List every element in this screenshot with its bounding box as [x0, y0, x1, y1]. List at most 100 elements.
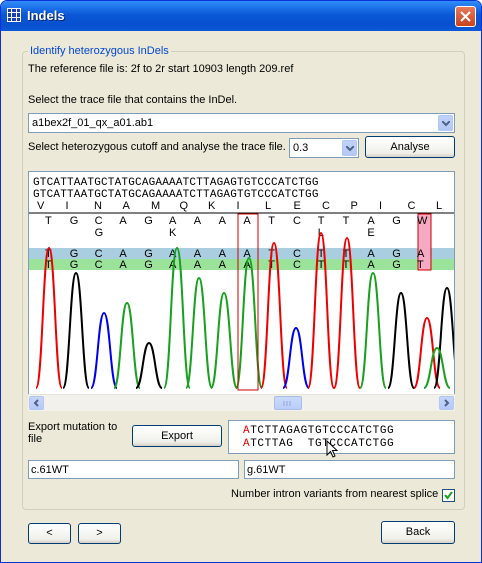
amino-acid-label: A [123, 200, 131, 212]
c-notation-field[interactable]: c.61WT [28, 460, 239, 479]
base-call-label: A [119, 215, 127, 227]
base-call-label: G [70, 215, 79, 227]
base-call-label: E [367, 227, 374, 239]
amino-acid-label: N [94, 200, 102, 212]
trace-peak [413, 316, 441, 389]
cutoff-prompt-label: Select heterozygous cutoff and analyse t… [28, 141, 286, 153]
amino-acid-label: V [37, 200, 45, 212]
mouse-cursor-icon [326, 440, 339, 458]
amino-acid-label: C [408, 200, 416, 212]
trace-prompt-label: Select the trace file that contains the … [28, 94, 238, 106]
base-call-label: G [392, 259, 401, 271]
base-call-label: A [194, 259, 202, 271]
amino-acid-label: I [237, 200, 240, 212]
scroll-thumb[interactable] [274, 396, 302, 410]
base-call-label: C [293, 215, 301, 227]
base-call-label: T [318, 215, 325, 227]
amino-acid-label: P [351, 200, 358, 212]
base-call-label: T [268, 215, 275, 227]
base-call-label: C [293, 259, 301, 271]
ref-row-1: GTCATTAATGCTATGCAGAAAATCTTAGAGTGTCCCATCT… [33, 177, 319, 189]
amino-acid-label: L [265, 200, 271, 212]
previous-button[interactable]: < [28, 523, 71, 544]
trace-peak [113, 301, 141, 389]
next-button[interactable]: > [78, 523, 121, 544]
reference-sequence-top: GTCATTAATGCTATGCAGAAAATCTTAGAGTGTCCCATCT… [33, 177, 319, 201]
base-call-label: G [392, 215, 401, 227]
close-icon [460, 11, 471, 22]
base-call-label: T [343, 215, 350, 227]
amino-acid-label: C [322, 200, 330, 212]
cutoff-select[interactable]: 0.3 [289, 138, 359, 158]
g-notation-field[interactable]: g.61WT [244, 460, 455, 479]
base-call-label: T [318, 259, 325, 271]
sequence-line-2: ATCTTAG TGTCCCATCTGG [243, 438, 395, 450]
green-band [29, 259, 454, 270]
base-call-label: A [367, 259, 375, 271]
base-call-label: C [95, 259, 103, 271]
base-call-label: T [417, 259, 424, 271]
amino-acid-row: VINAMQKILECPICL [37, 200, 442, 212]
base-call-label: G [95, 227, 104, 239]
amino-acid-label: Q [180, 200, 189, 212]
amino-acid-label: I [66, 200, 69, 212]
chevron-down-icon[interactable] [342, 140, 357, 156]
back-button[interactable]: Back [381, 521, 455, 544]
mutation-sequence-box: ATCTTAGAGTGTCCCATCTGG ATCTTAG TGTCCCATCT… [228, 420, 455, 458]
base-call-label: C [95, 215, 103, 227]
number-intron-label: Number intron variants from nearest spli… [231, 488, 439, 500]
base-call-label: T [45, 215, 52, 227]
trace-peak [135, 341, 163, 389]
app-grid-icon [7, 8, 21, 22]
chromatogram: GTCATTAATGCTATGCAGAAAATCTTAGAGTGTCCCATCT… [29, 177, 454, 391]
number-intron-checkbox[interactable] [442, 489, 455, 502]
amino-acid-label: E [294, 200, 301, 212]
sequence-line-1: ATCTTAGAGTGTCCCATCTGG [243, 425, 395, 437]
trace-peak [359, 271, 387, 389]
trace-peak [387, 291, 415, 389]
trace-file-value: a1bex2f_01_qx_a01.ab1 [32, 117, 154, 129]
base-call-label: G [144, 259, 153, 271]
trace-peak [185, 276, 213, 389]
group-legend: Identify heterozygous InDels [28, 45, 171, 57]
scroll-left-arrow-icon[interactable] [29, 396, 44, 410]
amino-acid-label: M [151, 200, 160, 212]
scroll-right-arrow-icon[interactable] [439, 396, 454, 410]
reference-file-text: The reference file is: 2f to 2r start 10… [28, 63, 294, 75]
base-call-label: W [417, 215, 428, 227]
export-mutation-label: Export mutation to file [28, 421, 118, 445]
base-call-label: A [219, 259, 227, 271]
trace-horizontal-scrollbar[interactable] [28, 394, 455, 411]
base-call-label: A [219, 215, 227, 227]
base-call-label: A [169, 215, 177, 227]
ref-row-2: GTCATTAATGCTATGCAGAAAATCTTAGAGTGTCCCATCT… [33, 189, 319, 201]
amino-acid-label: K [208, 200, 216, 212]
chevron-down-icon[interactable] [438, 115, 453, 131]
analyse-button[interactable]: Analyse [365, 136, 455, 158]
title-bar[interactable]: Indels [1, 1, 481, 31]
base-call-label: K [169, 227, 177, 239]
trace-viewer[interactable]: GTCATTAATGCTATGCAGAAAATCTTAGAGTGTCCCATCT… [28, 171, 455, 411]
trace-peak [210, 291, 238, 389]
base-call-label: A [119, 259, 127, 271]
base-call-label: A [194, 215, 202, 227]
base-call-label: A [367, 215, 375, 227]
trace-peak [62, 271, 90, 389]
check-icon [444, 491, 453, 500]
blue-band [29, 248, 454, 259]
amino-acid-label: L [436, 200, 442, 212]
trace-file-select[interactable]: a1bex2f_01_qx_a01.ab1 [28, 113, 455, 133]
amino-acid-label: I [379, 200, 382, 212]
base-call-label: A [243, 215, 251, 227]
cutoff-value: 0.3 [293, 142, 309, 154]
base-call-label: G [144, 215, 153, 227]
indels-window: Indels Identify heterozygous InDels The … [0, 0, 482, 563]
seq-line-1-rest: TCTTAGAGTGTCCCATCTGG [250, 425, 395, 437]
export-button[interactable]: Export [132, 425, 222, 447]
trace-peak [282, 326, 310, 389]
seq-line-2-rest: TCTTAG TGTCCCATCTGG [250, 438, 395, 450]
trace-peak [90, 311, 118, 389]
base-call-label: G [70, 259, 79, 271]
window-title: Indels [27, 8, 65, 23]
close-button[interactable] [455, 6, 476, 27]
